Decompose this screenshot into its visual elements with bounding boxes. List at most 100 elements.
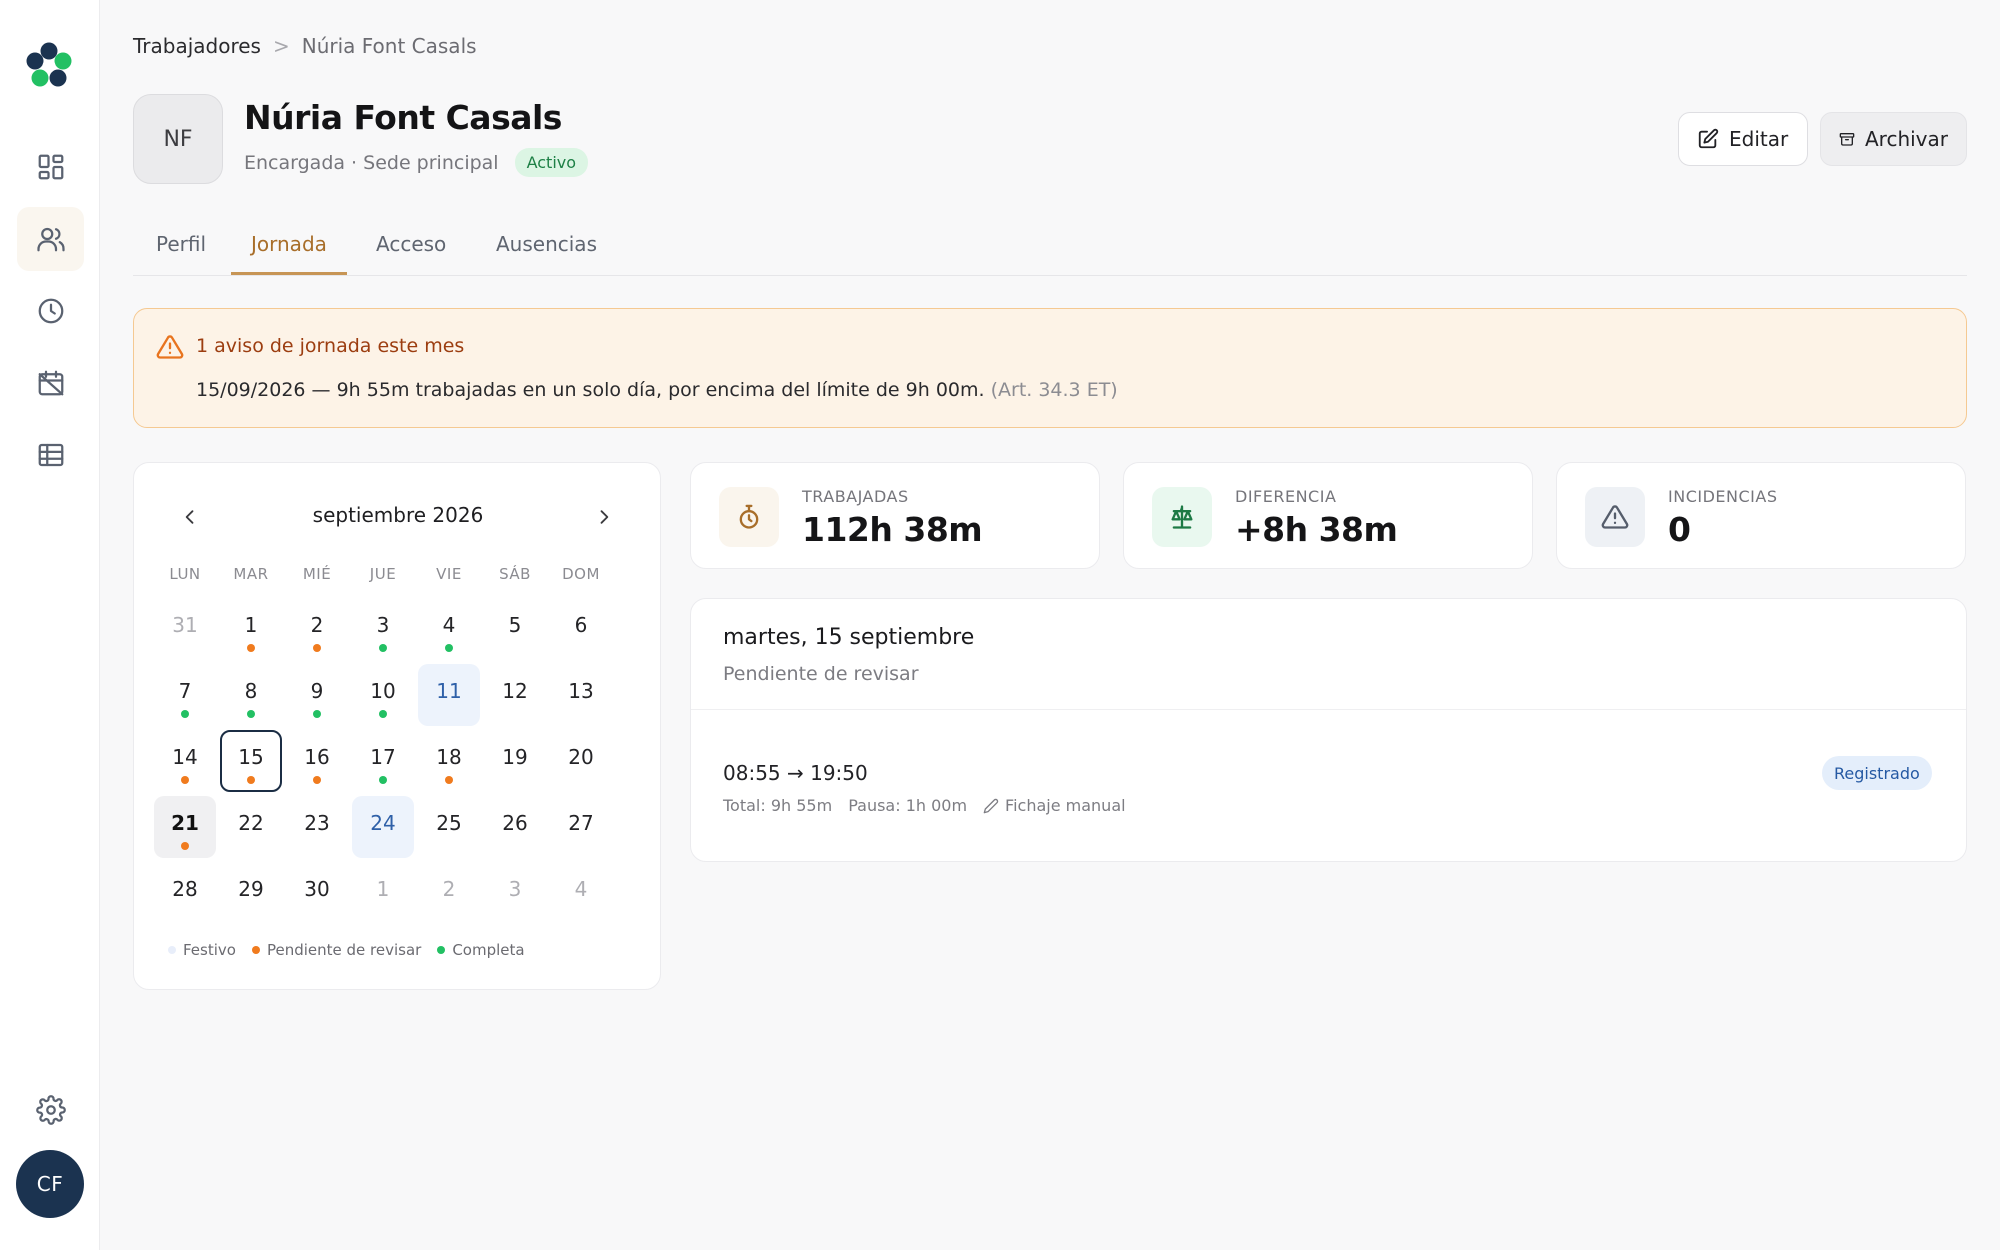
calendar-day[interactable]: 24	[352, 796, 414, 858]
registered-badge: Registrado	[1822, 756, 1932, 790]
calendar-day[interactable]: 10	[352, 664, 414, 726]
calendar-day[interactable]: 19	[484, 730, 546, 792]
breadcrumb-link-workers[interactable]: Trabajadores	[133, 34, 261, 58]
calendar-day-number: 7	[178, 679, 192, 703]
calendar-day-number: 6	[574, 613, 588, 637]
calendar-day-number: 5	[508, 613, 522, 637]
stat-card-trabajadas: TRABAJADAS 112h 38m	[690, 462, 1100, 569]
tab-ausencias[interactable]: Ausencias	[496, 232, 597, 272]
month-calendar: septiembre 2026 LUN MAR MIÉ JUE VIE SÁB DOM 31…	[133, 462, 661, 990]
tab-bar: Perfil Jornada Acceso Ausencias	[133, 220, 1967, 276]
calendar-day-number: 20	[568, 745, 594, 769]
user-avatar[interactable]: CF	[16, 1150, 84, 1218]
calendar-day[interactable]: 12	[484, 664, 546, 726]
legend-item: Festivo	[168, 941, 236, 959]
calendar-day[interactable]: 1	[220, 598, 282, 660]
workday-alert: 1 aviso de jornada este mes 15/09/2026 —…	[133, 308, 1967, 428]
calendar-day[interactable]: 30	[286, 862, 348, 924]
calendar-day[interactable]: 31	[154, 598, 216, 660]
calendar-legend: Festivo Pendiente de revisar Completa	[168, 941, 525, 959]
nav-reports[interactable]	[17, 423, 84, 487]
calendar-day[interactable]: 4	[418, 598, 480, 660]
status-dot	[379, 776, 387, 784]
calendar-day[interactable]: 6	[550, 598, 612, 660]
nav-time[interactable]	[17, 279, 84, 343]
calendar-day[interactable]: 9	[286, 664, 348, 726]
calendar-day[interactable]: 17	[352, 730, 414, 792]
calendar-day[interactable]: 7	[154, 664, 216, 726]
edit-button[interactable]: Editar	[1678, 112, 1808, 166]
status-dot	[181, 842, 189, 850]
alert-text: — 9h 55m trabajadas en un solo día, por …	[305, 379, 991, 401]
day-detail-card: martes, 15 septiembre Pendiente de revis…	[690, 598, 1967, 862]
nav-workers[interactable]	[17, 207, 84, 271]
calendar-day-number: 13	[568, 679, 594, 703]
tab-acceso[interactable]: Acceso	[376, 232, 446, 272]
stat-label: TRABAJADAS	[802, 487, 909, 506]
calendar-day[interactable]: 18	[418, 730, 480, 792]
calendar-day[interactable]: 22	[220, 796, 282, 858]
weekday-label: MIÉ	[302, 565, 332, 583]
calendar-day[interactable]: 28	[154, 862, 216, 924]
calendar-day[interactable]: 20	[550, 730, 612, 792]
page-title: Núria Font Casals	[244, 98, 562, 137]
calendar-day-number: 21	[171, 811, 199, 835]
next-month-button[interactable]	[586, 499, 622, 535]
status-dot	[379, 644, 387, 652]
stat-label: DIFERENCIA	[1235, 487, 1337, 506]
alert-reference: (Art. 34.3 ET)	[990, 379, 1118, 401]
status-dot	[313, 776, 321, 784]
stat-value: 0	[1668, 510, 1691, 549]
breadcrumb-current: Núria Font Casals	[301, 34, 477, 58]
calendar-day[interactable]: 3	[352, 598, 414, 660]
calendar-month-label: septiembre 2026	[312, 503, 484, 527]
calendar-day[interactable]: 23	[286, 796, 348, 858]
status-dot	[247, 644, 255, 652]
detail-date: martes, 15 septiembre	[723, 625, 975, 650]
calendar-day[interactable]: 13	[550, 664, 612, 726]
calendar-day-number: 22	[238, 811, 264, 835]
sidebar: CF	[0, 0, 100, 1250]
stat-value: +8h 38m	[1235, 510, 1398, 549]
tab-jornada[interactable]: Jornada	[231, 232, 347, 275]
nav-absences[interactable]	[17, 351, 84, 415]
stat-icon-wrap	[719, 487, 779, 547]
breadcrumb: Trabajadores > Núria Font Casals	[133, 34, 477, 58]
calendar-day[interactable]: 11	[418, 664, 480, 726]
legend-item: Completa	[437, 941, 525, 959]
clock-icon	[38, 298, 63, 324]
status-dot	[445, 776, 453, 784]
legend-label: Pendiente de revisar	[266, 941, 422, 959]
entry-type-label: Fichaje manual	[1005, 796, 1126, 815]
calendar-day[interactable]: 16	[286, 730, 348, 792]
status-dot	[181, 710, 189, 718]
calendar-day[interactable]: 8	[220, 664, 282, 726]
calendar-day[interactable]: 15	[220, 730, 282, 792]
app-logo-icon[interactable]	[24, 40, 74, 92]
calendar-day[interactable]: 26	[484, 796, 546, 858]
status-dot	[313, 710, 321, 718]
nav-settings[interactable]	[17, 1078, 84, 1142]
calendar-day-number: 12	[502, 679, 528, 703]
calendar-day[interactable]: 27	[550, 796, 612, 858]
calendar-day-number: 26	[502, 811, 528, 835]
calendar-day[interactable]: 21	[154, 796, 216, 858]
nav-dashboard[interactable]	[17, 135, 84, 199]
archive-button[interactable]: Archivar	[1820, 112, 1967, 166]
weekday-label: LUN	[169, 565, 201, 583]
calendar-day[interactable]: 14	[154, 730, 216, 792]
calendar-day[interactable]: 25	[418, 796, 480, 858]
tab-perfil[interactable]: Perfil	[156, 232, 206, 272]
calendar-day[interactable]: 3	[484, 862, 546, 924]
calendar-day[interactable]: 5	[484, 598, 546, 660]
calendar-day-number: 14	[172, 745, 198, 769]
calendar-day[interactable]: 2	[286, 598, 348, 660]
calendar-day-number: 1	[244, 613, 258, 637]
calendar-day-number: 9	[310, 679, 324, 703]
calendar-day[interactable]: 2	[418, 862, 480, 924]
calendar-day[interactable]: 29	[220, 862, 282, 924]
calendar-day-number: 27	[568, 811, 594, 835]
calendar-day[interactable]: 4	[550, 862, 612, 924]
calendar-day[interactable]: 1	[352, 862, 414, 924]
warning-icon	[156, 335, 184, 359]
